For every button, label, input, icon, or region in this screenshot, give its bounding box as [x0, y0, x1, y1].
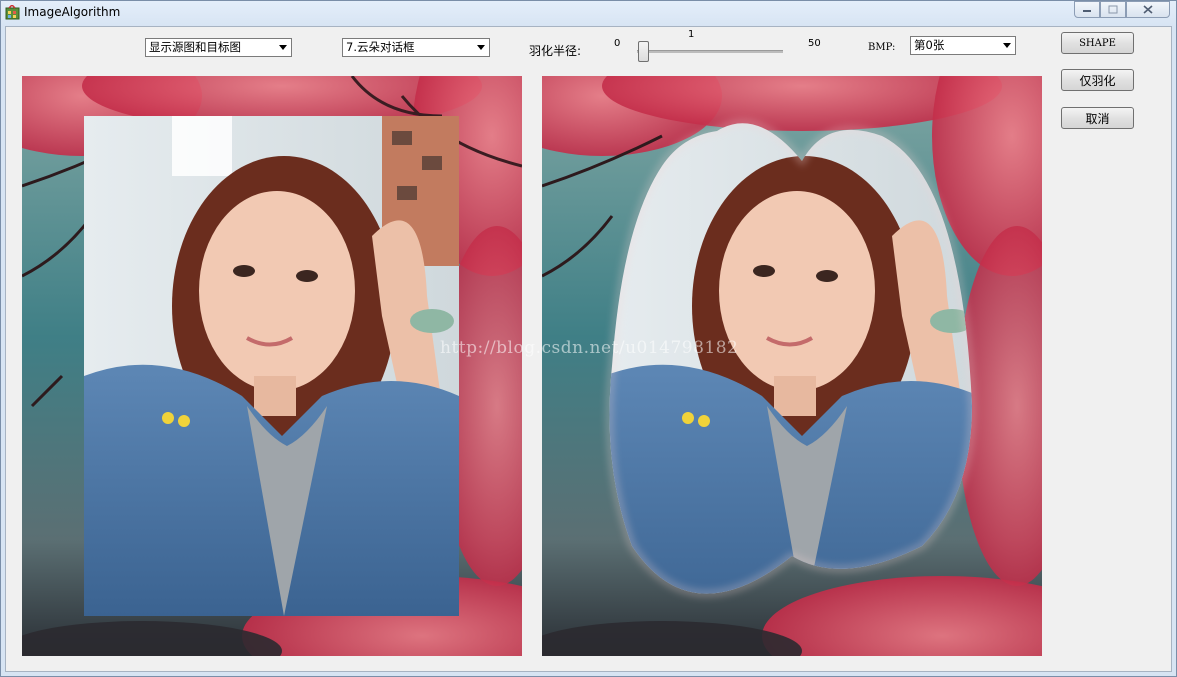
target-image-panel [542, 76, 1042, 656]
display-mode-value: 显示源图和目标图 [149, 40, 241, 54]
feather-radius-label: 羽化半径: [529, 44, 582, 58]
maximize-button[interactable] [1100, 1, 1126, 18]
minimize-icon [1083, 9, 1091, 12]
target-image [542, 76, 1042, 656]
app-icon [5, 5, 20, 20]
chevron-down-icon [999, 38, 1014, 53]
bmp-select-value: 第0张 [914, 38, 945, 52]
feather-only-button[interactable]: 仅羽化 [1061, 69, 1134, 91]
watermark-text: http://blog.csdn.net/u014798182 [440, 338, 739, 358]
feather-only-button-label: 仅羽化 [1079, 73, 1116, 88]
feather-radius-slider-track[interactable] [637, 50, 783, 53]
shape-button[interactable]: SHAPE [1061, 32, 1134, 54]
slider-value-label: 1 [688, 29, 695, 40]
cancel-button-label: 取消 [1085, 111, 1110, 126]
maximize-icon [1108, 5, 1118, 14]
feather-radius-slider-thumb[interactable] [638, 41, 649, 62]
close-button[interactable] [1126, 1, 1170, 18]
display-mode-select[interactable]: 显示源图和目标图 [145, 38, 292, 57]
chevron-down-icon [473, 40, 488, 55]
source-image [22, 76, 522, 656]
shape-button-label: SHAPE [1079, 37, 1116, 49]
shape-select[interactable]: 7.云朵对话框 [342, 38, 490, 57]
source-image-panel [22, 76, 522, 656]
window-title: ImageAlgorithm [24, 5, 121, 19]
title-bar[interactable]: ImageAlgorithm [1, 1, 1176, 25]
slider-min-label: 0 [614, 38, 621, 49]
shape-select-value: 7.云朵对话框 [346, 40, 415, 54]
chevron-down-icon [275, 40, 290, 55]
bmp-label: BMP: [868, 42, 896, 53]
slider-max-label: 50 [808, 38, 821, 49]
cancel-button[interactable]: 取消 [1061, 107, 1134, 129]
bmp-select[interactable]: 第0张 [910, 36, 1016, 55]
portrait-photo [84, 116, 459, 616]
close-icon [1143, 5, 1153, 14]
minimize-button[interactable] [1074, 1, 1100, 18]
